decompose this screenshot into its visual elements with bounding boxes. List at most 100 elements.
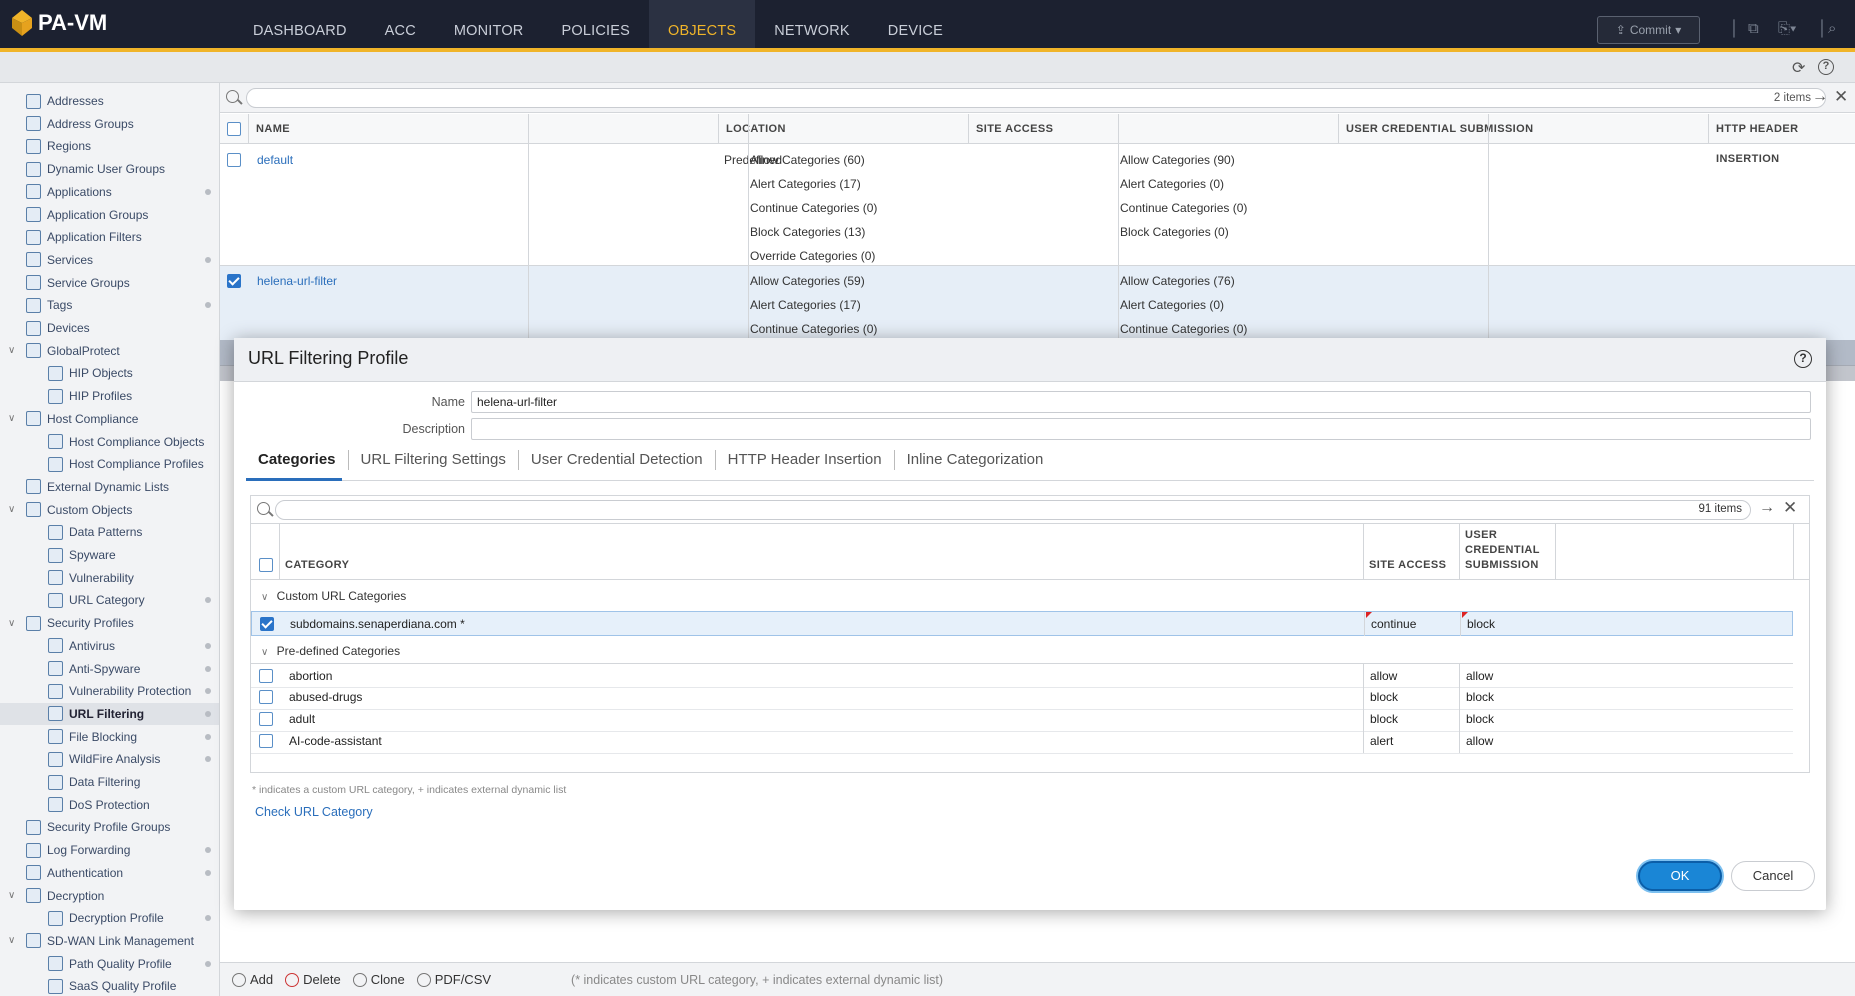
col-user-credential[interactable]: USER CREDENTIAL SUBMISSION xyxy=(1338,114,1708,144)
ok-button[interactable]: OK xyxy=(1638,861,1722,891)
sidebar-item-host-compliance-objects[interactable]: Host Compliance Objects xyxy=(48,432,204,452)
profile-name-link[interactable]: default xyxy=(257,148,293,172)
tab-inline-categorization[interactable]: Inline Categorization xyxy=(895,450,1056,470)
clear-filter-icon[interactable]: ✕ xyxy=(1834,87,1848,107)
col-user-credential[interactable]: USER CREDENTIAL SUBMISSION xyxy=(1459,528,1555,573)
row-checkbox[interactable] xyxy=(259,712,273,726)
site-access-value[interactable]: continue xyxy=(1364,612,1460,636)
sidebar-item-service-groups[interactable]: Service Groups xyxy=(26,273,130,293)
site-access-value[interactable]: alert xyxy=(1363,729,1459,753)
app-logo[interactable]: PA-VM xyxy=(12,10,107,36)
sidebar-item-data-patterns[interactable]: Data Patterns xyxy=(48,522,142,542)
sidebar-item-tags[interactable]: Tags xyxy=(26,295,72,315)
sidebar-item-application-groups[interactable]: Application Groups xyxy=(26,205,148,225)
sidebar-item-host-compliance[interactable]: ∨ Host Compliance xyxy=(8,409,138,429)
row-checkbox[interactable] xyxy=(259,734,273,748)
table-row[interactable]: default Predefined Allow Categories (60)… xyxy=(220,145,1855,266)
sidebar-item-dos-protection[interactable]: DoS Protection xyxy=(48,795,150,815)
row-checkbox[interactable] xyxy=(259,690,273,704)
sidebar-item-sd-wan-link-management[interactable]: ∨ SD-WAN Link Management xyxy=(8,931,194,951)
categories-filter-input[interactable]: 91 items xyxy=(275,500,1751,520)
group-predefined-categories[interactable]: ∨ Pre-defined Categories xyxy=(251,636,1809,666)
profile-name-link[interactable]: helena-url-filter xyxy=(257,269,337,293)
tab-user-credential-detection[interactable]: User Credential Detection xyxy=(519,450,716,470)
config-lock-icon[interactable]: ⧉ xyxy=(1748,20,1759,37)
chevron-down-icon[interactable]: ∨ xyxy=(8,504,15,515)
user-cred-value[interactable]: allow xyxy=(1459,729,1555,753)
sidebar-item-applications[interactable]: Applications xyxy=(26,182,112,202)
row-checkbox[interactable] xyxy=(260,617,274,631)
nav-tab-acc[interactable]: ACC xyxy=(366,0,435,48)
user-cred-value[interactable]: block xyxy=(1460,612,1556,636)
col-name[interactable]: NAME xyxy=(248,114,528,144)
sidebar-item-decryption-profile[interactable]: Decryption Profile xyxy=(48,908,164,928)
tab-http-header-insertion[interactable]: HTTP Header Insertion xyxy=(716,450,895,470)
cancel-button[interactable]: Cancel xyxy=(1731,861,1815,891)
sidebar-item-url-filtering[interactable]: URL Filtering xyxy=(48,704,144,724)
row-checkbox[interactable] xyxy=(227,274,241,288)
tab-url-filtering-settings[interactable]: URL Filtering Settings xyxy=(349,450,519,470)
nav-tab-policies[interactable]: POLICIES xyxy=(542,0,649,48)
col-site-access[interactable]: SITE ACCESS xyxy=(968,114,1338,144)
chevron-down-icon[interactable]: ∨ xyxy=(8,890,15,901)
apply-filter-icon[interactable]: → xyxy=(1759,499,1775,517)
sidebar-item-vulnerability[interactable]: Vulnerability xyxy=(48,568,134,588)
sidebar-item-globalprotect[interactable]: ∨ GlobalProtect xyxy=(8,341,120,361)
category-row[interactable]: AI-code-assistant alert allow xyxy=(251,729,1793,754)
sidebar-item-custom-objects[interactable]: ∨ Custom Objects xyxy=(8,500,132,520)
tab-categories[interactable]: Categories xyxy=(246,450,349,470)
sidebar-item-spyware[interactable]: Spyware xyxy=(48,545,116,565)
help-icon[interactable]: ? xyxy=(1818,59,1834,75)
save-config-icon[interactable]: ⎘▾ xyxy=(1778,20,1796,37)
site-access-value[interactable]: block xyxy=(1363,685,1459,709)
sidebar-item-url-category[interactable]: URL Category xyxy=(48,590,145,610)
sidebar-item-addresses[interactable]: Addresses xyxy=(26,91,104,111)
sidebar-item-security-profiles[interactable]: ∨ Security Profiles xyxy=(8,613,134,633)
row-checkbox[interactable] xyxy=(227,153,241,167)
sidebar-item-antivirus[interactable]: Antivirus xyxy=(48,636,115,656)
check-url-category-link[interactable]: Check URL Category xyxy=(255,805,373,819)
sidebar-item-address-groups[interactable]: Address Groups xyxy=(26,114,134,134)
nav-tab-dashboard[interactable]: DASHBOARD xyxy=(234,0,366,48)
refresh-icon[interactable]: ⟳ xyxy=(1792,58,1805,78)
sidebar-item-anti-spyware[interactable]: Anti-Spyware xyxy=(48,659,140,679)
sidebar-item-vulnerability-protection[interactable]: Vulnerability Protection xyxy=(48,681,191,701)
sidebar-item-log-forwarding[interactable]: Log Forwarding xyxy=(26,840,130,860)
chevron-down-icon[interactable]: ∨ xyxy=(8,413,15,424)
add-button[interactable]: Add xyxy=(232,972,273,987)
col-site-access[interactable]: SITE ACCESS xyxy=(1363,558,1446,573)
user-cred-value[interactable]: block xyxy=(1459,707,1555,731)
col-location[interactable]: LOCATION xyxy=(718,114,968,144)
sidebar-item-saas-quality-profile[interactable]: SaaS Quality Profile xyxy=(48,976,176,996)
sidebar-item-hip-profiles[interactable]: HIP Profiles xyxy=(48,386,132,406)
delete-button[interactable]: Delete xyxy=(285,972,341,987)
select-all-checkbox[interactable] xyxy=(259,558,273,572)
sidebar-item-path-quality-profile[interactable]: Path Quality Profile xyxy=(48,954,172,974)
select-all-checkbox[interactable] xyxy=(227,122,241,136)
sidebar-item-application-filters[interactable]: Application Filters xyxy=(26,227,142,247)
help-icon[interactable]: ? xyxy=(1794,350,1812,368)
col-http-header[interactable]: HTTP HEADER INSERTION xyxy=(1708,114,1855,165)
site-access-value[interactable]: block xyxy=(1363,707,1459,731)
sidebar-item-security-profile-groups[interactable]: Security Profile Groups xyxy=(26,817,170,837)
nav-tab-device[interactable]: DEVICE xyxy=(869,0,962,48)
apply-filter-icon[interactable]: → xyxy=(1812,88,1828,106)
chevron-down-icon[interactable]: ∨ xyxy=(8,345,15,356)
clone-button[interactable]: Clone xyxy=(352,972,405,987)
sidebar-item-file-blocking[interactable]: File Blocking xyxy=(48,727,137,747)
sidebar-item-dynamic-user-groups[interactable]: Dynamic User Groups xyxy=(26,159,165,179)
sidebar-item-services[interactable]: Services xyxy=(26,250,93,270)
nav-tab-objects[interactable]: OBJECTS xyxy=(648,0,756,48)
sidebar-item-devices[interactable]: Devices xyxy=(26,318,90,338)
sidebar-item-wildfire-analysis[interactable]: WildFire Analysis xyxy=(48,749,160,769)
sidebar-item-external-dynamic-lists[interactable]: External Dynamic Lists xyxy=(26,477,169,497)
row-checkbox[interactable] xyxy=(259,669,273,683)
group-custom-url-categories[interactable]: ∨ Custom URL Categories xyxy=(251,581,1809,611)
category-row[interactable]: subdomains.senaperdiana.com * continue b… xyxy=(251,611,1793,636)
pdf-csv-button[interactable]: PDF/CSV xyxy=(416,972,491,987)
clear-filter-icon[interactable]: ✕ xyxy=(1783,498,1797,518)
name-input[interactable] xyxy=(471,391,1811,413)
nav-tab-network[interactable]: NETWORK xyxy=(755,0,869,48)
commit-button[interactable]: ⇪ Commit ▾ xyxy=(1597,16,1700,44)
sidebar-item-regions[interactable]: Regions xyxy=(26,136,91,156)
